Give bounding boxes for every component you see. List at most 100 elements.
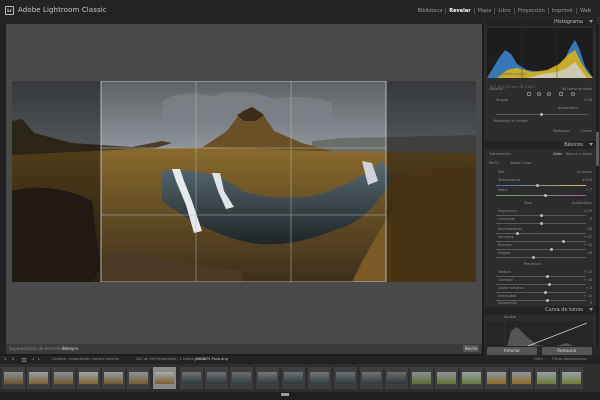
previous-button[interactable]: Anterior: [487, 347, 537, 355]
treatment-bw[interactable]: Blanco y negro: [566, 152, 592, 156]
filmstrip-thumb[interactable]: [2, 367, 25, 389]
tone-auto-button[interactable]: Automático: [572, 201, 592, 205]
filmstrip-thumb[interactable]: [535, 367, 558, 389]
module-imprimir[interactable]: Imprimir: [547, 8, 576, 14]
red-eye-icon[interactable]: [547, 92, 551, 96]
tone-curve-header[interactable]: Curva de tonos: [485, 306, 597, 314]
module-libro[interactable]: Libro: [494, 8, 513, 14]
filmstrip-thumb[interactable]: [410, 367, 433, 389]
vibrance-value[interactable]: + 14: [584, 294, 593, 298]
tint-value[interactable]: + 7: [586, 188, 592, 192]
filmstrip-thumb[interactable]: [460, 367, 483, 389]
angle-slider[interactable]: [496, 113, 588, 116]
dehaze-value[interactable]: + 8: [586, 286, 592, 290]
reset-button[interactable]: Restaurar: [542, 347, 592, 355]
wb-value[interactable]: Al tomar: [577, 170, 592, 174]
treatment-color[interactable]: Color: [553, 152, 562, 156]
filmstrip-thumb[interactable]: [27, 367, 50, 389]
filmstrip-thumb-selected[interactable]: [153, 367, 176, 389]
filmstrip-thumb[interactable]: [230, 367, 253, 389]
filmstrip-thumb[interactable]: [435, 367, 458, 389]
tool-overlay-mode[interactable]: Siempre: [62, 346, 79, 351]
whites-slider[interactable]: [496, 248, 586, 251]
bottom-panel-toggle[interactable]: [0, 392, 600, 400]
highlights-value[interactable]: - 58: [585, 227, 592, 231]
contrast-slider[interactable]: [496, 222, 586, 225]
shadows-slider[interactable]: [496, 240, 586, 243]
highlights-slider[interactable]: [496, 232, 586, 235]
shadows-label: Sombras: [498, 235, 514, 239]
histogram: [487, 28, 593, 78]
graduated-filter-icon[interactable]: [559, 92, 563, 96]
original-photo-check[interactable]: Fotografía original: [494, 72, 526, 76]
basic-header[interactable]: Básicos: [485, 141, 597, 149]
collapse-triangle-icon[interactable]: [589, 20, 593, 23]
aspect-label: Aspecto :: [489, 87, 506, 91]
shadows-value[interactable]: + 52: [584, 235, 593, 239]
tint-slider[interactable]: [496, 194, 586, 197]
module-mapa[interactable]: Mapa: [473, 8, 495, 14]
panorama-photo[interactable]: [12, 81, 476, 282]
forward-icon[interactable]: ▸: [38, 357, 40, 361]
angle-value[interactable]: 0,00: [584, 98, 592, 102]
done-button[interactable]: Hecho: [463, 345, 479, 352]
expand-tab-icon[interactable]: [281, 393, 289, 396]
whites-value[interactable]: + 20: [584, 243, 593, 247]
filmstrip-thumb[interactable]: [102, 367, 125, 389]
aspect-value[interactable]: Tal como se tomó: [561, 87, 592, 91]
exposure-value[interactable]: 0,00: [584, 209, 592, 213]
constrain-crop-check[interactable]: Restringir a recorte: [494, 119, 528, 123]
contrast-value[interactable]: 0: [590, 217, 592, 221]
back-icon[interactable]: ◂: [32, 357, 34, 361]
filmstrip-thumb[interactable]: [205, 367, 228, 389]
collapse-triangle-icon[interactable]: [589, 308, 593, 311]
filmstrip-thumb[interactable]: [77, 367, 100, 389]
filter-value[interactable]: Filtros desactivados: [552, 357, 587, 361]
filmstrip-thumb[interactable]: [560, 367, 583, 389]
collapse-triangle-icon[interactable]: [589, 143, 593, 146]
temp-label: Temperatura: [498, 178, 521, 182]
radial-filter-icon[interactable]: [571, 92, 575, 96]
filmstrip-thumb[interactable]: [485, 367, 508, 389]
grid-view-icon[interactable]: [22, 357, 26, 362]
blacks-slider[interactable]: [496, 256, 586, 259]
exposure-slider[interactable]: [496, 214, 586, 217]
module-proyeccion[interactable]: Proyección: [513, 8, 548, 14]
crop-auto-button[interactable]: Automático: [558, 106, 578, 110]
filmstrip-thumb[interactable]: [334, 367, 357, 389]
texture-slider[interactable]: [496, 275, 586, 278]
crop-reset-button[interactable]: Restaurar: [553, 129, 570, 133]
clarity-slider[interactable]: [496, 283, 586, 286]
texture-value[interactable]: + 12: [584, 270, 593, 274]
page-1[interactable]: 1: [4, 357, 6, 361]
right-panel-scrollbar[interactable]: [596, 24, 599, 346]
saturation-value[interactable]: 0: [590, 301, 592, 305]
source-folder[interactable]: Carpeta : Importación Carrera anterior: [52, 357, 120, 361]
filmstrip-thumb[interactable]: [52, 367, 75, 389]
blacks-value[interactable]: - 18: [585, 251, 592, 255]
filmstrip-thumb[interactable]: [308, 367, 331, 389]
filmstrip-thumb[interactable]: [385, 367, 408, 389]
texture-label: Textura: [498, 270, 511, 274]
module-revelar[interactable]: Revelar: [445, 8, 473, 14]
profile-value[interactable]: Adobe Color: [510, 161, 531, 165]
filmstrip-thumb[interactable]: [510, 367, 533, 389]
clarity-value[interactable]: + 18: [584, 278, 593, 282]
develop-canvas[interactable]: [6, 24, 482, 344]
module-web[interactable]: Web: [576, 8, 594, 14]
filmstrip-thumb[interactable]: [127, 367, 150, 389]
crop-tool-icon[interactable]: [527, 92, 531, 96]
filmstrip-thumb[interactable]: [282, 367, 305, 389]
temp-value[interactable]: 4.500: [582, 178, 592, 182]
filmstrip-thumb[interactable]: [360, 367, 383, 389]
filmstrip-thumb[interactable]: [180, 367, 203, 389]
temp-slider[interactable]: [496, 184, 586, 187]
module-biblioteca[interactable]: Biblioteca: [415, 8, 446, 14]
filmstrip[interactable]: [0, 364, 600, 392]
crop-close-button[interactable]: Cerrar: [581, 129, 592, 133]
dehaze-slider[interactable]: [496, 291, 586, 294]
filmstrip-thumb[interactable]: [256, 367, 279, 389]
spot-removal-icon[interactable]: [537, 92, 541, 96]
page-2[interactable]: 2: [12, 357, 14, 361]
histogram-header[interactable]: Histograma: [485, 18, 597, 26]
